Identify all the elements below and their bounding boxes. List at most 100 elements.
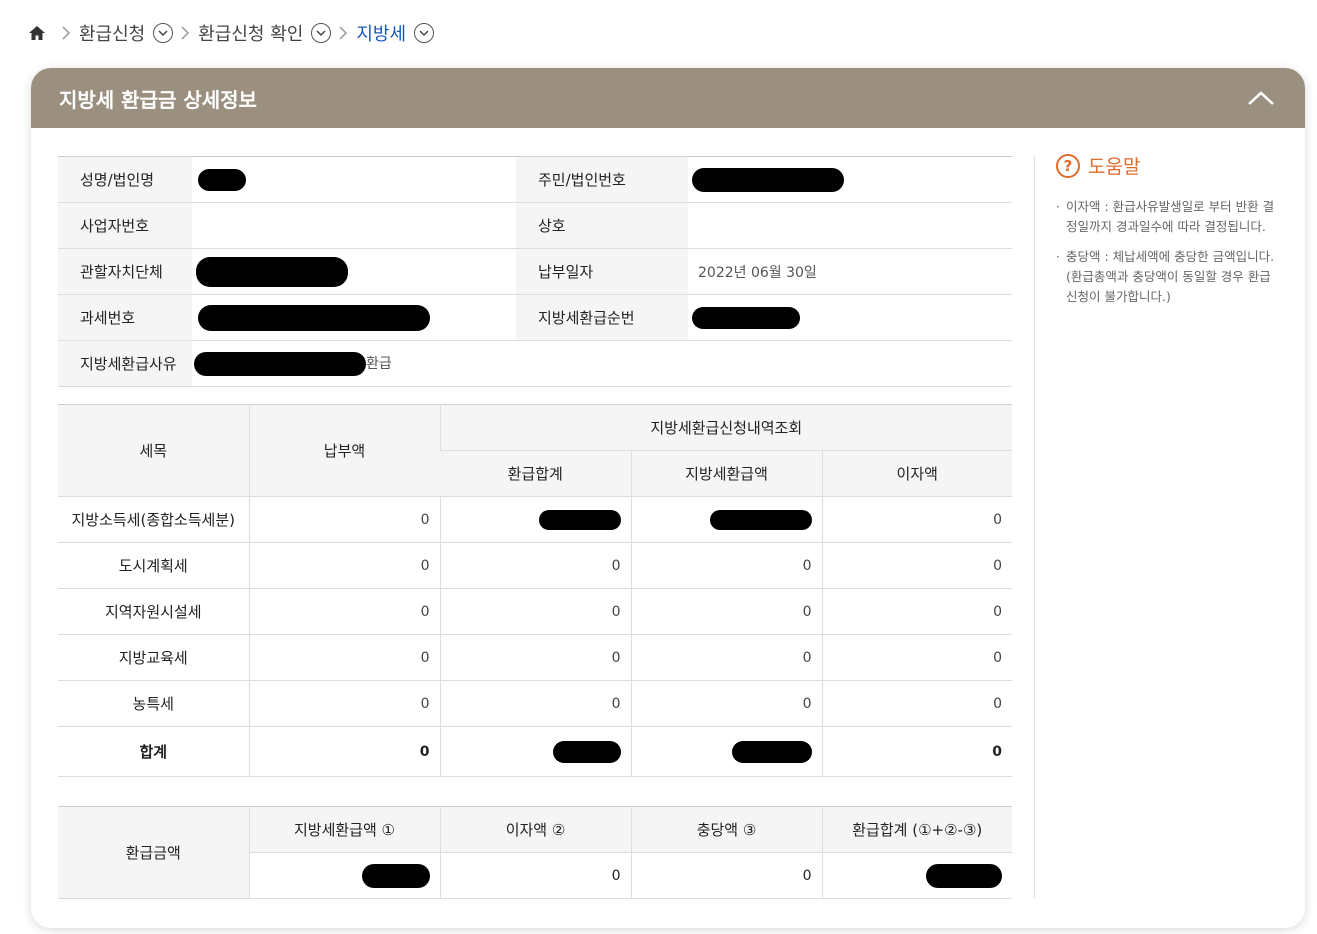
- chevron-up-icon: [1248, 91, 1274, 105]
- column-header-interest: 이자액 ②: [439, 806, 631, 853]
- refund-total-cell: [439, 726, 631, 777]
- redacted-block: [194, 351, 366, 376]
- local-refund-cell: [630, 496, 822, 543]
- table-row: 관할자치단체 납부일자 2022년 06월 30일: [58, 248, 1012, 295]
- interest-cell: 0: [821, 634, 1012, 681]
- tax-item-name: 지역자원시설세: [58, 588, 249, 635]
- breadcrumb-item-refund-request[interactable]: 환급신청: [79, 20, 174, 46]
- local-refund-cell: 0: [630, 588, 822, 635]
- card-header: 지방세 환급금 상세정보: [31, 68, 1305, 128]
- breadcrumb-item-refund-confirm[interactable]: 환급신청 확인: [198, 20, 332, 46]
- local-refund-cell: 0: [630, 680, 822, 727]
- redacted-block: [538, 509, 621, 530]
- payment-date-label: 납부일자: [516, 248, 688, 295]
- local-refund-cell: 0: [630, 542, 822, 589]
- refund-amount-table: 환급금액 지방세환급액 ① 이자액 ② 충당액 ③ 환급합계 (①+②-③) 0…: [58, 806, 1012, 899]
- redacted-block: [709, 509, 812, 530]
- refund-sequence-value: [688, 294, 1012, 341]
- name-label: 성명/법인명: [58, 156, 192, 203]
- company-name-label: 상호: [516, 202, 688, 249]
- interest-cell: 0: [821, 588, 1012, 635]
- refund-reason-suffix: 환급: [366, 355, 392, 372]
- breadcrumb-item-local-tax[interactable]: 지방세: [356, 20, 435, 46]
- paid-cell: 0: [248, 496, 440, 543]
- table-row: 지역자원시설세 0 0 0 0: [58, 588, 1012, 635]
- refund-total-cell: 0: [439, 634, 631, 681]
- chevron-down-icon[interactable]: [311, 23, 332, 43]
- interest-cell: 0: [821, 680, 1012, 727]
- company-name-value: [688, 202, 1012, 249]
- paid-cell: 0: [248, 588, 440, 635]
- refund-detail-card: 지방세 환급금 상세정보 성명/법인명 주민/법인번호 사업자번호 상호 관할자…: [31, 68, 1305, 928]
- breadcrumb-separator-icon: [62, 26, 71, 40]
- paid-cell: 0: [248, 726, 440, 777]
- redacted-block: [692, 167, 844, 192]
- refund-sequence-label: 지방세환급순번: [516, 294, 688, 341]
- resident-number-label: 주민/법인번호: [516, 156, 688, 203]
- column-header-refund-total: 환급합계: [440, 450, 631, 497]
- column-header-interest: 이자액: [821, 450, 1012, 497]
- question-icon: ?: [1056, 153, 1080, 178]
- refund-total-cell: 0: [439, 542, 631, 589]
- local-refund-cell: 0: [630, 634, 822, 681]
- paid-cell: 0: [248, 542, 440, 589]
- help-title: ? 도움말: [1056, 152, 1280, 179]
- resident-number-value: [688, 156, 1012, 203]
- column-header-offset: 충당액 ③: [630, 806, 822, 853]
- breadcrumb-label: 환급신청: [79, 24, 146, 45]
- table-row: 도시계획세 0 0 0 0: [58, 542, 1012, 589]
- refund-amount-row-header: 환급금액: [58, 806, 249, 899]
- redacted-block: [198, 168, 246, 191]
- local-refund-cell: [248, 852, 440, 899]
- refund-reason-label: 지방세환급사유: [58, 340, 192, 387]
- chevron-down-icon[interactable]: [414, 23, 435, 43]
- tax-item-name: 농특세: [58, 680, 249, 727]
- table-row: 성명/법인명 주민/법인번호: [58, 156, 1012, 203]
- jurisdiction-value: [192, 248, 516, 295]
- business-number-value: [192, 202, 516, 249]
- paid-cell: 0: [248, 680, 440, 727]
- offset-cell: 0: [630, 852, 822, 899]
- redacted-block: [731, 740, 812, 763]
- column-header-local-refund: 지방세환급액: [630, 450, 822, 497]
- breadcrumb: 환급신청 환급신청 확인 지방세: [28, 18, 435, 48]
- breadcrumb-label: 환급신청 확인: [198, 24, 304, 45]
- interest-cell: 0: [821, 726, 1012, 777]
- interest-cell: 0: [821, 542, 1012, 589]
- tax-item-name: 지방교육세: [58, 634, 249, 681]
- help-title-text: 도움말: [1088, 156, 1141, 178]
- redacted-block: [361, 863, 430, 888]
- refund-reason-value: 환급: [192, 340, 1012, 387]
- taxpayer-info-table: 성명/법인명 주민/법인번호 사업자번호 상호 관할자치단체 납부일자 2022…: [58, 156, 1012, 387]
- breadcrumb-separator-icon: [339, 26, 348, 40]
- redacted-block: [198, 304, 430, 331]
- refund-total-cell: [821, 852, 1012, 899]
- table-header-row: 세목 납부액 지방세환급신청내역조회: [58, 404, 1012, 497]
- tax-number-label: 과세번호: [58, 294, 192, 341]
- chevron-down-icon[interactable]: [153, 23, 174, 43]
- local-refund-cell: [630, 726, 822, 777]
- table-header-row: 환급금액 지방세환급액 ① 이자액 ② 충당액 ③ 환급합계 (①+②-③): [58, 806, 1012, 899]
- tax-item-name: 합계: [58, 726, 249, 777]
- breadcrumb-separator-icon: [181, 26, 190, 40]
- column-header-item: 세목: [58, 404, 249, 497]
- column-header-local-refund: 지방세환급액 ①: [248, 806, 440, 853]
- breadcrumb-label: 지방세: [356, 24, 407, 45]
- help-item: 이자액 : 환급사유발생일로 부터 반환 결정일까지 경과일수에 따라 결정됩니…: [1056, 197, 1280, 237]
- column-header-paid: 납부액: [248, 404, 440, 497]
- table-row: 지방세환급사유 환급: [58, 340, 1012, 387]
- collapse-button[interactable]: [1245, 82, 1277, 114]
- table-total-row: 합계 0 0: [58, 726, 1012, 777]
- name-value: [192, 156, 516, 203]
- help-panel: ? 도움말 이자액 : 환급사유발생일로 부터 반환 결정일까지 경과일수에 따…: [1056, 152, 1280, 317]
- tax-item-name: 도시계획세: [58, 542, 249, 589]
- home-icon[interactable]: [28, 23, 48, 43]
- payment-date-value: 2022년 06월 30일: [688, 248, 1012, 295]
- help-item: 충당액 : 체납세액에 충당한 금액입니다. (환급총액과 충당액이 동일할 경…: [1056, 247, 1280, 307]
- column-header-group: 지방세환급신청내역조회: [439, 404, 1012, 451]
- card-title: 지방세 환급금 상세정보: [59, 87, 257, 112]
- paid-cell: 0: [248, 634, 440, 681]
- refund-total-cell: 0: [439, 588, 631, 635]
- column-header-refund-total: 환급합계 (①+②-③): [821, 806, 1012, 853]
- tax-item-name: 지방소득세(종합소득세분): [58, 496, 249, 543]
